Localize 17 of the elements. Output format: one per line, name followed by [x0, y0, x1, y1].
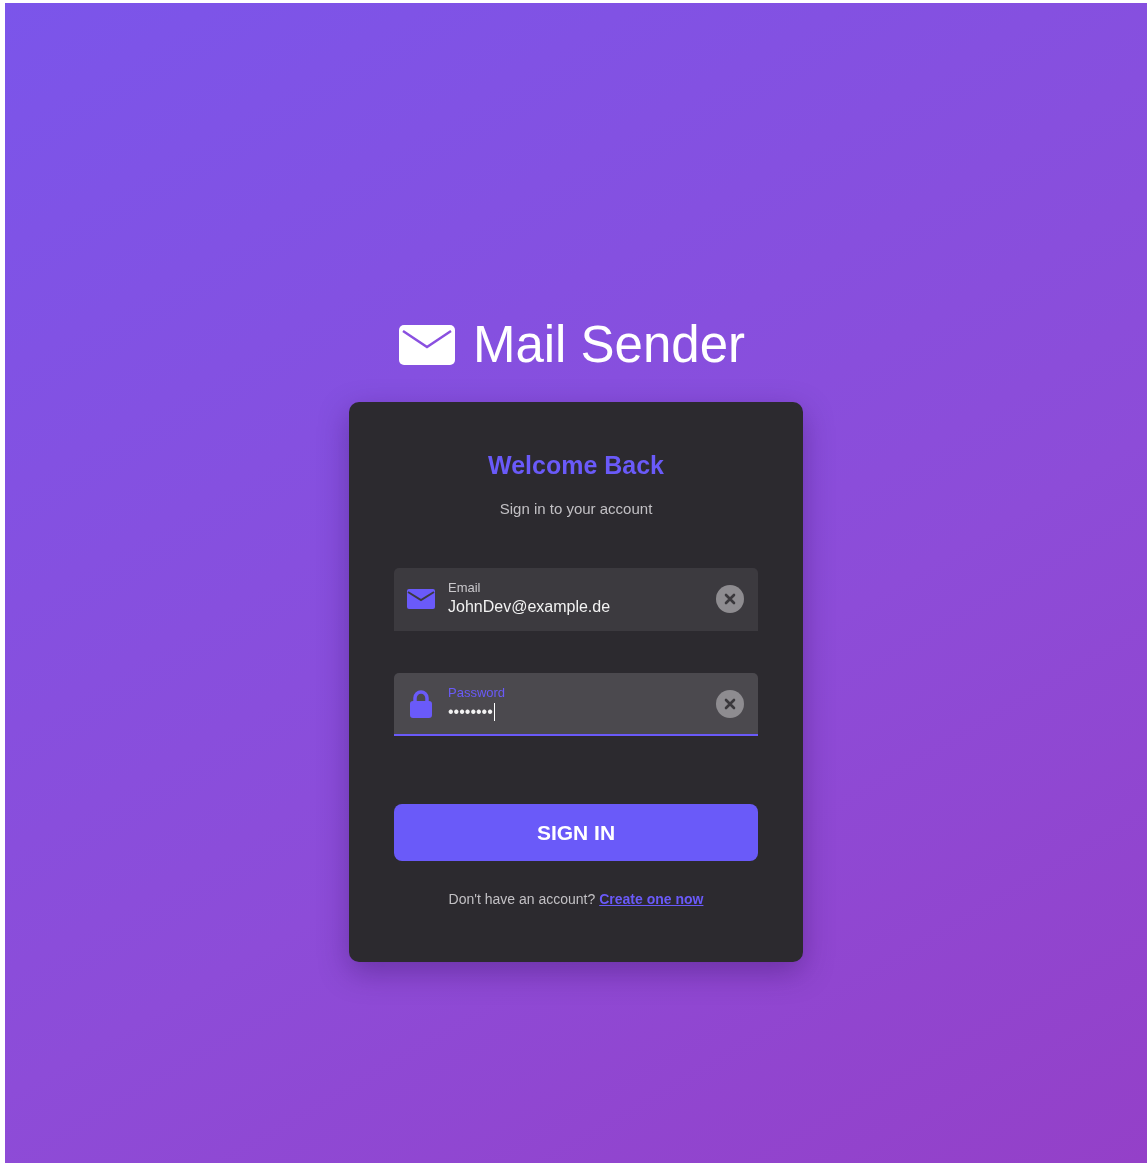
password-field[interactable]: Password •••••••• — [394, 673, 758, 736]
email-field[interactable]: Email JohnDev@example.de — [394, 568, 758, 631]
envelope-icon — [398, 325, 455, 365]
envelope-icon — [407, 588, 435, 609]
clear-icon[interactable] — [716, 584, 744, 613]
lock-icon — [409, 689, 433, 718]
clear-icon[interactable] — [716, 689, 744, 718]
app-title: Mail Sender — [472, 315, 746, 375]
field-label: Email — [448, 579, 482, 596]
card-subtitle: Sign in to your account — [498, 500, 654, 518]
card-heading: Welcome Back — [487, 450, 665, 480]
sign-in-button[interactable]: SIGN IN — [394, 804, 758, 861]
field-value: JohnDev@example.de — [448, 596, 611, 617]
field-value: •••••••• — [448, 701, 493, 722]
text-cursor — [493, 702, 496, 721]
field-label: Password — [448, 684, 507, 701]
signup-prompt: Don't have an account? — [448, 891, 596, 907]
